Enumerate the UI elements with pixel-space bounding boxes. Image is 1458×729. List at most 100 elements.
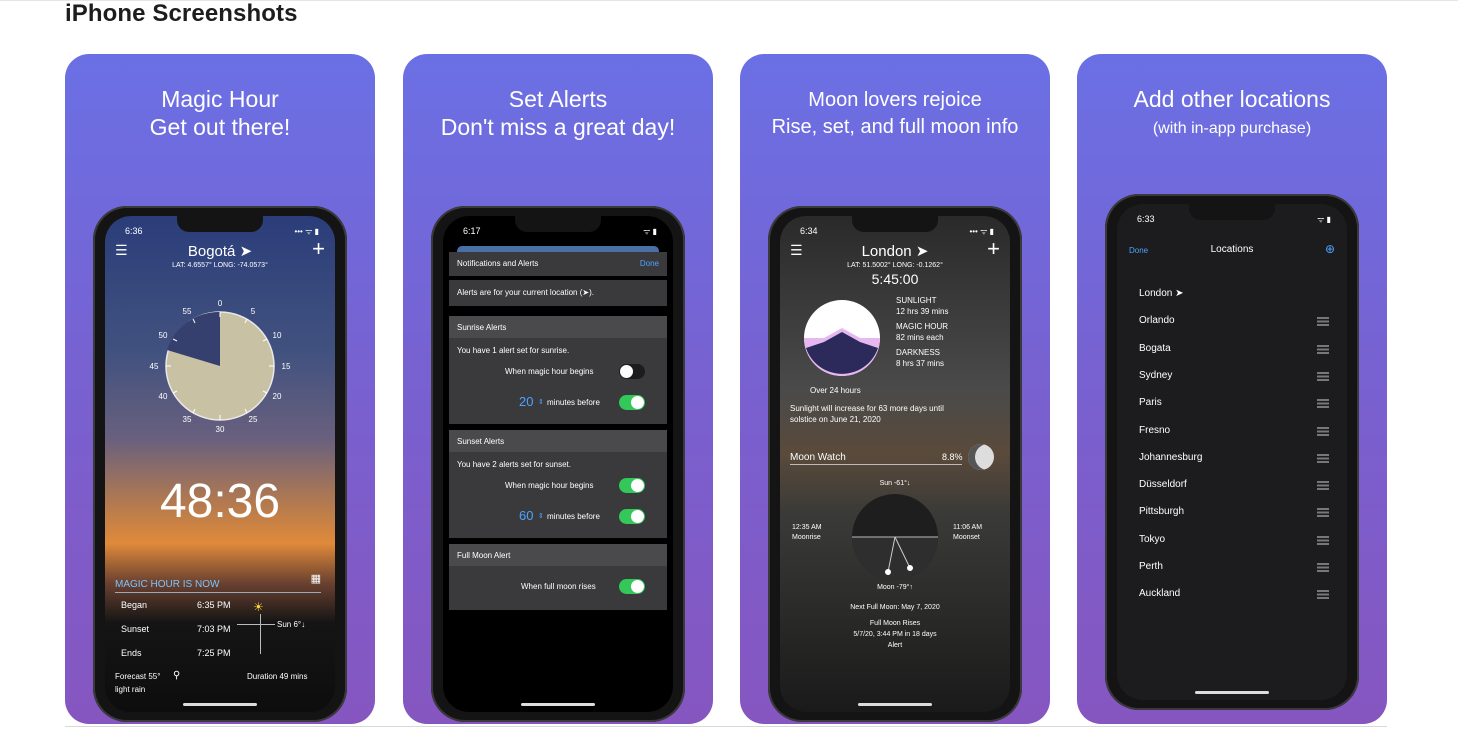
- dial-label: 30: [216, 425, 225, 434]
- sunrise-header-label: Sunrise Alerts: [457, 323, 507, 332]
- moon-phase-icon: [968, 444, 994, 470]
- over-24-hours: Over 24 hours: [810, 386, 861, 395]
- sunset-magic-label: When magic hour begins: [505, 481, 594, 490]
- reorder-handle-icon[interactable]: [1317, 399, 1329, 409]
- bottom-divider: [65, 726, 1387, 727]
- phone-frame: 6:36 ••• ᯤ ▮ ☰ + Bogotá ➤ LAT: 4.6557° L…: [93, 206, 347, 722]
- weather-icon: ⚲: [173, 670, 181, 681]
- phone-notch: [177, 216, 263, 232]
- screenshot-card-moon[interactable]: Moon lovers rejoice Rise, set, and full …: [740, 54, 1050, 724]
- sunrise-minutes[interactable]: 20: [519, 394, 533, 409]
- phone-notch: [1189, 204, 1275, 220]
- card-caption-line1: Magic Hour: [161, 86, 279, 112]
- location-item[interactable]: London ➤: [1139, 288, 1184, 299]
- dial-label: 45: [150, 362, 159, 371]
- status-icons: ••• ᯤ ▮: [294, 227, 319, 236]
- card-caption-line1: Moon lovers rejoice: [808, 89, 982, 111]
- calendar-icon[interactable]: ▦: [311, 572, 321, 585]
- dial-label: 0: [218, 299, 223, 308]
- sunset-magic-toggle[interactable]: [619, 478, 645, 493]
- card-caption-line1: Add other locations: [1133, 86, 1331, 112]
- fullmoon-toggle[interactable]: [619, 579, 645, 594]
- phone-notch: [515, 216, 601, 232]
- began-value: 6:35 PM: [197, 600, 231, 610]
- ends-label: Ends: [121, 648, 142, 658]
- dial-label: 20: [273, 392, 282, 401]
- location-item[interactable]: Tokyo: [1139, 534, 1165, 545]
- reorder-handle-icon[interactable]: [1317, 317, 1329, 327]
- moonset-time: 11:06 AM: [953, 524, 983, 531]
- reorder-handle-icon[interactable]: [1317, 508, 1329, 518]
- location-item[interactable]: Düsseldorf: [1139, 479, 1187, 490]
- screenshot-card-magic-hour[interactable]: Magic Hour Get out there! 6:36 ••• ᯤ ▮ ☰…: [65, 54, 375, 724]
- reorder-handle-icon[interactable]: [1317, 344, 1329, 354]
- location-item[interactable]: Sydney: [1139, 370, 1172, 381]
- sun-position: Sun -61°↓: [879, 480, 911, 487]
- sunrise-magic-toggle[interactable]: [619, 364, 645, 379]
- stepper-icon[interactable]: ⇕: [538, 512, 544, 520]
- status-time: 6:17: [463, 226, 481, 236]
- magic-hour-status: MAGIC HOUR IS NOW: [115, 579, 220, 590]
- full-moon-rises-when: 5/7/20, 3:44 PM in 18 days: [853, 631, 937, 638]
- reorder-handle-icon[interactable]: [1317, 453, 1329, 463]
- stepper-icon[interactable]: ⇕: [538, 398, 544, 406]
- full-moon-rises: Full Moon Rises: [869, 620, 921, 627]
- reorder-handle-icon[interactable]: [1317, 481, 1329, 491]
- sunset-minutes-label: minutes before: [547, 512, 600, 521]
- location-item[interactable]: Johannesburg: [1139, 452, 1202, 463]
- card-caption-line2: Don't miss a great day!: [440, 114, 676, 140]
- reorder-handle-icon[interactable]: [1317, 590, 1329, 600]
- reorder-handle-icon[interactable]: [1317, 426, 1329, 436]
- phone-notch: [852, 216, 938, 232]
- sunset-header-label: Sunset Alerts: [457, 437, 505, 446]
- moonrise-label: Moonrise: [792, 534, 821, 541]
- location-item[interactable]: Orlando: [1139, 315, 1175, 326]
- sunrise-magic-label: When magic hour begins: [505, 367, 594, 376]
- screenshot-card-set-alerts[interactable]: Set Alerts Don't miss a great day! 6:17 …: [403, 54, 713, 724]
- dial-label: 15: [282, 362, 291, 371]
- card-caption-line1: Set Alerts: [508, 86, 608, 112]
- sunrise-minutes-toggle[interactable]: [619, 395, 645, 410]
- sunset-label: Sunset: [121, 624, 150, 634]
- next-full-moon: Next Full Moon: May 7, 2020: [850, 604, 940, 611]
- magic-hour-status-row: MAGIC HOUR IS NOW ▦: [115, 572, 321, 593]
- sun-icon: ☀: [253, 600, 264, 614]
- section-heading: iPhone Screenshots: [65, 0, 298, 27]
- sunset-minutes[interactable]: 60: [519, 508, 533, 523]
- sunrise-note: You have 1 alert set for sunrise.: [457, 346, 570, 355]
- location-item[interactable]: Perth: [1139, 561, 1163, 572]
- screenshot-card-locations[interactable]: Add other locations (with in-app purchas…: [1077, 54, 1387, 724]
- sunlight-value: 12 hrs 39 mins: [896, 307, 949, 316]
- reorder-handle-icon[interactable]: [1317, 371, 1329, 381]
- city-title: Bogotá ➤: [187, 243, 253, 260]
- countdown-timer: 48:36: [159, 475, 281, 528]
- done-button[interactable]: Done: [640, 259, 659, 268]
- location-item[interactable]: Fresno: [1139, 425, 1170, 436]
- phone-frame: 6:17 ᯤ ▮ Notifications and Alerts Done A…: [431, 206, 685, 722]
- ends-value: 7:25 PM: [197, 648, 231, 658]
- dial-label: 35: [183, 415, 192, 424]
- reorder-handle-icon[interactable]: [1317, 563, 1329, 572]
- location-item[interactable]: Auckland: [1139, 588, 1180, 599]
- phone-screen: 6:17 ᯤ ▮ Notifications and Alerts Done A…: [443, 216, 673, 712]
- moon-percent: 8.8%: [942, 452, 963, 462]
- dial-label: 5: [251, 307, 256, 316]
- location-item[interactable]: Bogata: [1139, 343, 1171, 354]
- status-time: 6:36: [125, 226, 143, 236]
- home-indicator: [858, 703, 932, 706]
- city-title: London ➤: [861, 243, 929, 260]
- sunset-minutes-toggle[interactable]: [619, 509, 645, 524]
- magic-hour-label: MAGIC HOUR: [896, 322, 948, 331]
- location-item[interactable]: Paris: [1139, 397, 1162, 408]
- horizon-crossline: [237, 624, 275, 625]
- sunset-value: 7:03 PM: [197, 624, 231, 634]
- moon-path-diagram: [852, 494, 938, 580]
- phone-frame: 6:33 ᯤ ▮ Done Locations ⊕ London ➤ Orland…: [1105, 194, 1359, 710]
- reorder-handle-icon[interactable]: [1317, 535, 1329, 545]
- location-item[interactable]: Pittsburgh: [1139, 506, 1184, 517]
- home-indicator: [183, 703, 257, 706]
- add-location-icon[interactable]: ⊕: [1325, 242, 1335, 256]
- coordinates: LAT: 4.6557° LONG: -74.0573°: [172, 262, 268, 269]
- alert-button[interactable]: Alert: [780, 642, 1010, 649]
- sunlight-label: SUNLIGHT: [896, 296, 937, 305]
